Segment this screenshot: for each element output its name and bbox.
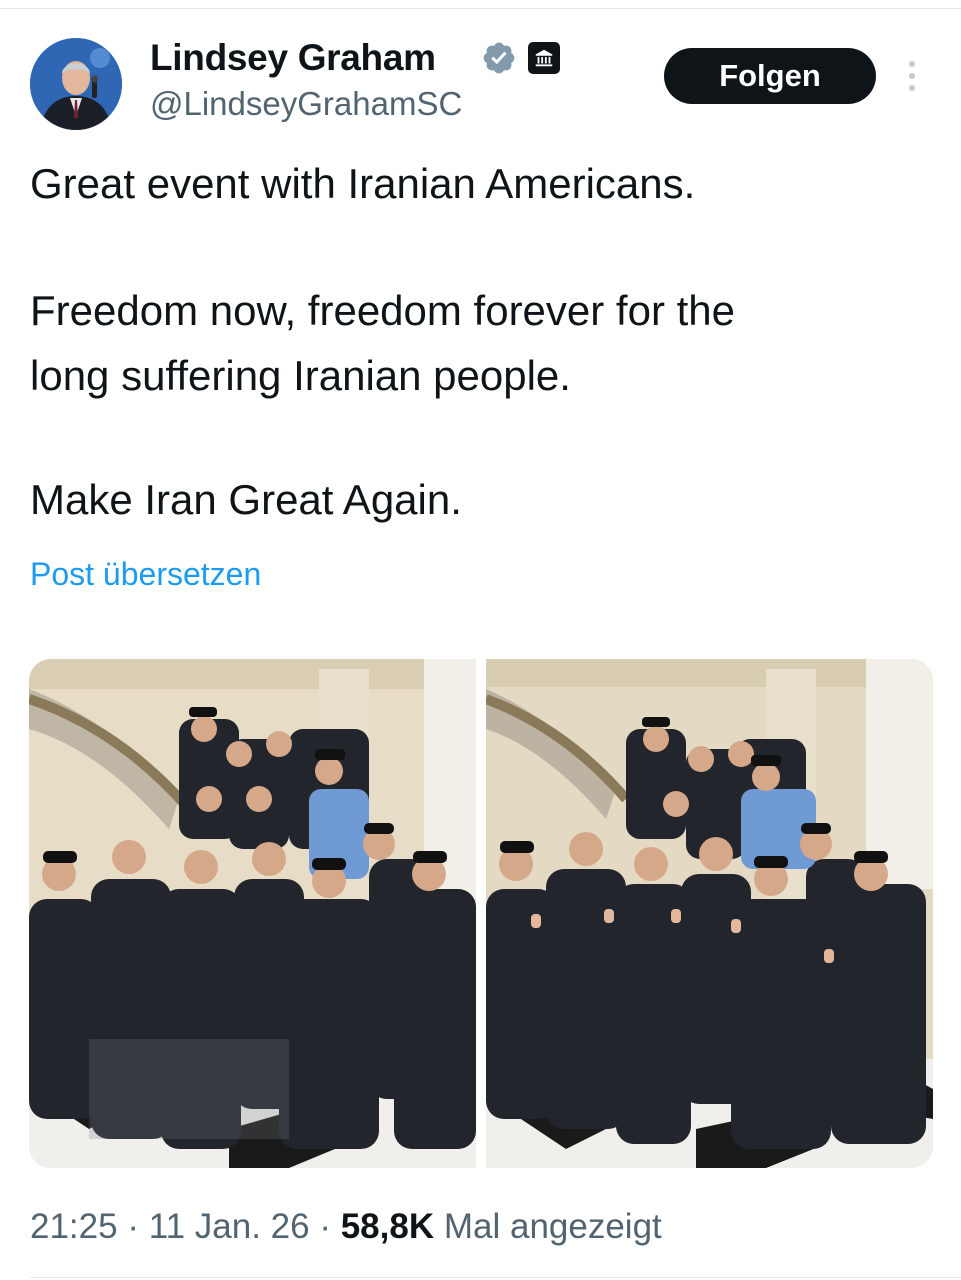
meta-separator: · — [319, 1207, 331, 1246]
avatar[interactable] — [30, 38, 122, 130]
author-handle[interactable]: @LindseyGrahamSC — [150, 82, 462, 126]
media-photo-2[interactable] — [486, 659, 933, 1168]
post-date[interactable]: 11 Jan. 26 — [149, 1207, 310, 1246]
group-photo-image — [486, 659, 933, 1168]
translate-post-link[interactable]: Post übersetzen — [30, 553, 261, 595]
avatar-image — [30, 38, 122, 130]
views-count[interactable]: 58,8K — [341, 1207, 434, 1246]
follow-button[interactable]: Folgen — [664, 48, 876, 104]
post-time[interactable]: 21:25 — [30, 1207, 118, 1246]
post-metadata: 21:25 · 11 Jan. 26 · 58,8K Mal angezeigt — [30, 1204, 662, 1250]
verified-badge-icon[interactable] — [481, 40, 517, 76]
tweet-text-line: long suffering Iranian people. — [30, 352, 571, 399]
tweet-text-line: Freedom now, freedom forever for the — [30, 287, 735, 334]
group-photo-image — [29, 659, 476, 1168]
bottom-divider — [30, 1277, 961, 1278]
meta-separator: · — [127, 1207, 139, 1246]
top-divider — [0, 8, 961, 9]
media-photo-1[interactable] — [29, 659, 476, 1168]
tweet-text-line: Make Iran Great Again. — [30, 476, 462, 523]
government-building-icon[interactable] — [528, 42, 560, 74]
tweet-text-line: Great event with Iranian Americans. — [30, 160, 696, 207]
author-display-name[interactable]: Lindsey Graham — [150, 36, 436, 80]
more-vertical-icon[interactable] — [900, 56, 924, 96]
views-label: Mal angezeigt — [443, 1207, 662, 1246]
media-grid — [29, 659, 933, 1168]
